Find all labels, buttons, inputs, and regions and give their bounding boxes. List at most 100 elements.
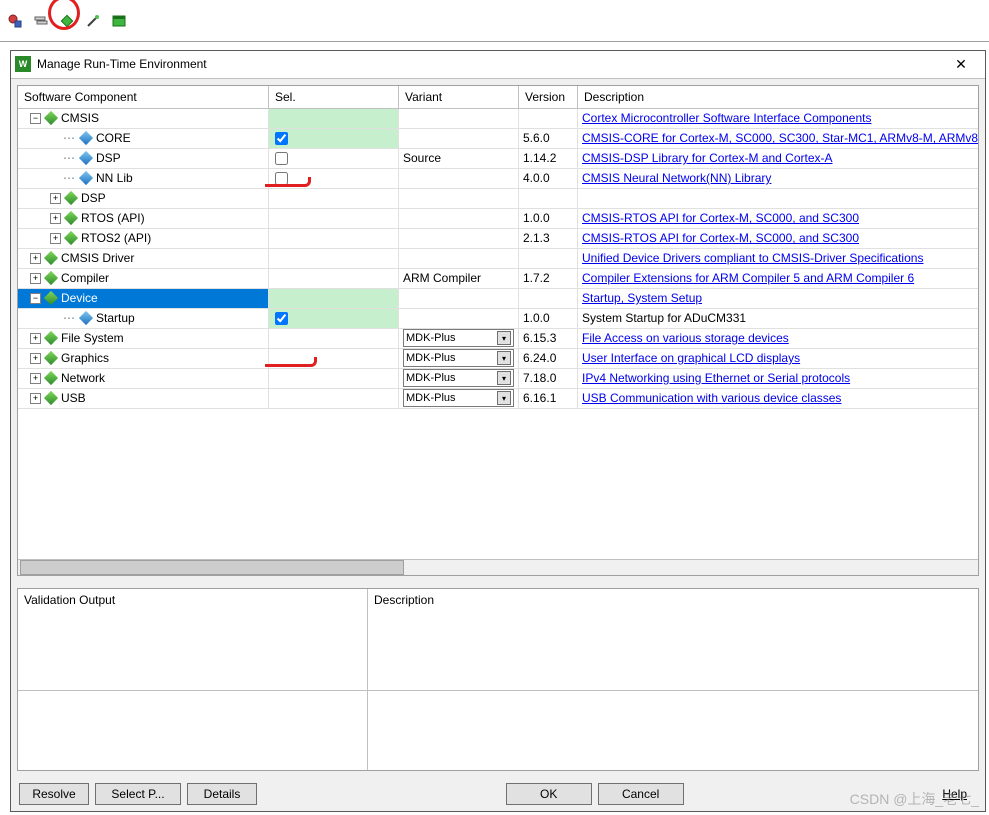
sel-cell[interactable] [269, 229, 399, 248]
grid-body[interactable]: −CMSIS Cortex Microcontroller Software In… [18, 109, 978, 559]
sel-cell[interactable] [269, 249, 399, 268]
tree-cell[interactable]: +File System [18, 329, 269, 348]
tree-toggle[interactable]: + [30, 253, 41, 264]
variant-cell[interactable]: MDK-Plus▾ [399, 389, 519, 408]
table-row[interactable]: ⋯DSPSource1.14.2CMSIS-DSP Library for Co… [18, 149, 978, 169]
table-row[interactable]: +RTOS (API)1.0.0CMSIS-RTOS API for Corte… [18, 209, 978, 229]
description-cell[interactable]: File Access on various storage devices [578, 329, 978, 348]
tree-cell[interactable]: +Graphics [18, 349, 269, 368]
description-link[interactable]: Cortex Microcontroller Software Interfac… [582, 111, 871, 125]
horizontal-scrollbar[interactable] [18, 559, 978, 575]
description-link[interactable]: Compiler Extensions for ARM Compiler 5 a… [582, 271, 914, 285]
col-variant[interactable]: Variant [399, 86, 519, 108]
tree-cell[interactable]: ⋯DSP [18, 149, 269, 168]
table-row[interactable]: ⋯CORE5.6.0CMSIS-CORE for Cortex-M, SC000… [18, 129, 978, 149]
toolbar-target-icon[interactable] [4, 10, 26, 32]
sel-cell[interactable] [269, 209, 399, 228]
description-link[interactable]: Unified Device Drivers compliant to CMSI… [582, 251, 923, 265]
sel-cell[interactable] [269, 309, 399, 328]
description-cell[interactable]: Unified Device Drivers compliant to CMSI… [578, 249, 978, 268]
description-cell[interactable]: CMSIS-RTOS API for Cortex-M, SC000, and … [578, 229, 978, 248]
description-link[interactable]: File Access on various storage devices [582, 331, 789, 345]
tree-toggle[interactable]: − [30, 293, 41, 304]
table-row[interactable]: +GraphicsMDK-Plus▾6.24.0User Interface o… [18, 349, 978, 369]
description-link[interactable]: IPv4 Networking using Ethernet or Serial… [582, 371, 850, 385]
sel-checkbox[interactable] [275, 172, 288, 185]
description-cell[interactable]: CMSIS-DSP Library for Cortex-M and Corte… [578, 149, 978, 168]
tree-toggle[interactable]: + [30, 373, 41, 384]
tree-cell[interactable]: −CMSIS [18, 109, 269, 128]
sel-checkbox[interactable] [275, 132, 288, 145]
description-cell[interactable]: Startup, System Setup [578, 289, 978, 308]
description-cell[interactable]: CMSIS-CORE for Cortex-M, SC000, SC300, S… [578, 129, 978, 148]
tree-cell[interactable]: +Compiler [18, 269, 269, 288]
col-description[interactable]: Description [578, 86, 978, 108]
sel-checkbox[interactable] [275, 152, 288, 165]
description-link[interactable]: CMSIS-RTOS API for Cortex-M, SC000, and … [582, 231, 859, 245]
description-cell[interactable]: USB Communication with various device cl… [578, 389, 978, 408]
variant-cell[interactable]: MDK-Plus▾ [399, 369, 519, 388]
sel-cell[interactable] [269, 269, 399, 288]
sel-cell[interactable] [269, 369, 399, 388]
description-link[interactable]: USB Communication with various device cl… [582, 391, 841, 405]
description-link[interactable]: CMSIS Neural Network(NN) Library [582, 171, 771, 185]
tree-toggle[interactable]: + [50, 193, 61, 204]
tree-cell[interactable]: +RTOS (API) [18, 209, 269, 228]
variant-cell[interactable]: MDK-Plus▾ [399, 349, 519, 368]
tree-cell[interactable]: ⋯Startup [18, 309, 269, 328]
sel-cell[interactable] [269, 109, 399, 128]
chevron-down-icon[interactable]: ▾ [497, 371, 511, 385]
chevron-down-icon[interactable]: ▾ [497, 351, 511, 365]
tree-toggle[interactable]: + [50, 213, 61, 224]
description-cell[interactable]: IPv4 Networking using Ethernet or Serial… [578, 369, 978, 388]
tree-cell[interactable]: +USB [18, 389, 269, 408]
sel-cell[interactable] [269, 149, 399, 168]
tree-cell[interactable]: +RTOS2 (API) [18, 229, 269, 248]
sel-cell[interactable] [269, 289, 399, 308]
resolve-button[interactable]: Resolve [19, 783, 89, 805]
tree-toggle[interactable]: + [30, 333, 41, 344]
table-row[interactable]: +CMSIS Driver Unified Device Drivers comp… [18, 249, 978, 269]
ok-button[interactable]: OK [506, 783, 592, 805]
col-version[interactable]: Version [519, 86, 578, 108]
sel-cell[interactable] [269, 389, 399, 408]
tree-toggle[interactable]: − [30, 113, 41, 124]
cancel-button[interactable]: Cancel [598, 783, 684, 805]
tree-cell[interactable]: −Device [18, 289, 269, 308]
toolbar-window-green-icon[interactable] [108, 10, 130, 32]
details-button[interactable]: Details [187, 783, 257, 805]
tree-toggle[interactable]: + [30, 353, 41, 364]
variant-cell[interactable]: MDK-Plus▾ [399, 329, 519, 348]
validation-desc-body[interactable] [368, 691, 978, 770]
tree-cell[interactable]: +CMSIS Driver [18, 249, 269, 268]
table-row[interactable]: −CMSIS Cortex Microcontroller Software In… [18, 109, 978, 129]
table-row[interactable]: +NetworkMDK-Plus▾7.18.0IPv4 Networking u… [18, 369, 978, 389]
table-row[interactable]: −Device Startup, System Setup [18, 289, 978, 309]
table-row[interactable]: +CompilerARM Compiler1.7.2Compiler Exten… [18, 269, 978, 289]
col-component[interactable]: Software Component [18, 86, 269, 108]
sel-cell[interactable] [269, 349, 399, 368]
tree-toggle[interactable]: + [30, 273, 41, 284]
table-row[interactable]: +RTOS2 (API)2.1.3CMSIS-RTOS API for Cort… [18, 229, 978, 249]
description-cell[interactable]: User Interface on graphical LCD displays [578, 349, 978, 368]
table-row[interactable]: +File SystemMDK-Plus▾6.15.3File Access o… [18, 329, 978, 349]
sel-cell[interactable] [269, 129, 399, 148]
variant-dropdown[interactable]: MDK-Plus▾ [403, 349, 514, 367]
select-packs-button[interactable]: Select P... [95, 783, 181, 805]
tree-toggle[interactable]: + [50, 233, 61, 244]
description-link[interactable]: Startup, System Setup [582, 291, 702, 305]
table-row[interactable]: +DSP [18, 189, 978, 209]
description-cell[interactable]: Cortex Microcontroller Software Interfac… [578, 109, 978, 128]
description-link[interactable]: CMSIS-RTOS API for Cortex-M, SC000, and … [582, 211, 859, 225]
tree-cell[interactable]: ⋯NN Lib [18, 169, 269, 188]
chevron-down-icon[interactable]: ▾ [497, 391, 511, 405]
sel-checkbox[interactable] [275, 312, 288, 325]
toolbar-wand-icon[interactable] [82, 10, 104, 32]
description-link[interactable]: CMSIS-CORE for Cortex-M, SC000, SC300, S… [582, 131, 978, 145]
chevron-down-icon[interactable]: ▾ [497, 331, 511, 345]
description-link[interactable]: User Interface on graphical LCD displays [582, 351, 800, 365]
table-row[interactable]: ⋯Startup1.0.0System Startup for ADuCM331 [18, 309, 978, 329]
tree-cell[interactable]: +Network [18, 369, 269, 388]
validation-body[interactable] [18, 691, 368, 770]
variant-dropdown[interactable]: MDK-Plus▾ [403, 389, 514, 407]
